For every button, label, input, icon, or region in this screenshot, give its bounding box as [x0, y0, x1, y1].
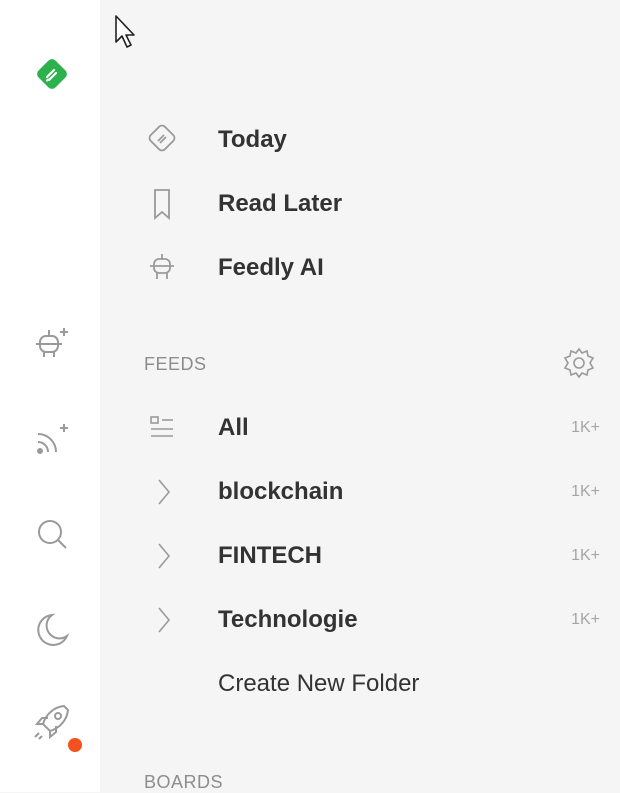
add-ai-feed-button[interactable] — [30, 322, 74, 366]
feed-row-technologie[interactable]: Technologie 1K+ — [140, 600, 600, 640]
boards-section-title: BOARDS — [144, 772, 224, 792]
add-ai-feed-icon — [36, 328, 68, 357]
nav-item-feedly-ai[interactable]: Feedly AI — [140, 248, 324, 288]
unread-count: 1K+ — [571, 419, 600, 436]
nav-item-read-later[interactable]: Read Later — [140, 184, 342, 224]
gear-icon — [563, 347, 595, 379]
unread-count: 1K+ — [571, 547, 600, 564]
feed-row-fintech[interactable]: FINTECH 1K+ — [140, 536, 600, 576]
chevron-right-icon[interactable] — [140, 600, 184, 640]
ai-robot-icon — [140, 248, 184, 288]
feed-label: FINTECH — [218, 542, 322, 569]
feedly-logo-button[interactable] — [30, 52, 74, 96]
feed-label: All — [218, 414, 249, 441]
notification-dot — [68, 738, 82, 752]
nav-label-today: Today — [218, 126, 287, 153]
feeds-section-title: FEEDS — [144, 354, 207, 374]
nav-label-feedly-ai: Feedly AI — [218, 254, 324, 281]
search-button[interactable] — [30, 512, 74, 556]
today-icon — [140, 120, 184, 160]
nav-item-today[interactable]: Today — [140, 120, 287, 160]
feed-label: Technologie — [218, 606, 358, 633]
nav-label-read-later: Read Later — [218, 190, 343, 217]
feed-row-blockchain[interactable]: blockchain 1K+ — [140, 472, 600, 512]
feeds-settings-button[interactable] — [560, 344, 598, 382]
feed-label: blockchain — [218, 478, 344, 505]
unread-count: 1K+ — [571, 611, 600, 628]
add-rss-feed-button[interactable] — [30, 418, 74, 462]
mouse-pointer-icon — [115, 15, 135, 48]
feedly-logo-icon — [37, 59, 67, 89]
rocket-icon — [34, 704, 70, 740]
add-rss-feed-icon — [37, 424, 68, 454]
bookmark-icon — [140, 184, 184, 224]
chevron-right-icon[interactable] — [140, 536, 184, 576]
dark-mode-moon-icon — [37, 613, 70, 646]
feed-row-all[interactable]: All 1K+ — [140, 408, 600, 448]
whats-new-button[interactable] — [30, 700, 74, 744]
unread-count: 1K+ — [571, 483, 600, 500]
list-icon — [140, 408, 184, 448]
chevron-right-icon[interactable] — [140, 472, 184, 512]
create-new-folder-link[interactable]: Create New Folder — [218, 670, 419, 698]
search-icon — [38, 520, 67, 549]
dark-mode-button[interactable] — [30, 608, 74, 652]
left-rail — [0, 0, 100, 792]
